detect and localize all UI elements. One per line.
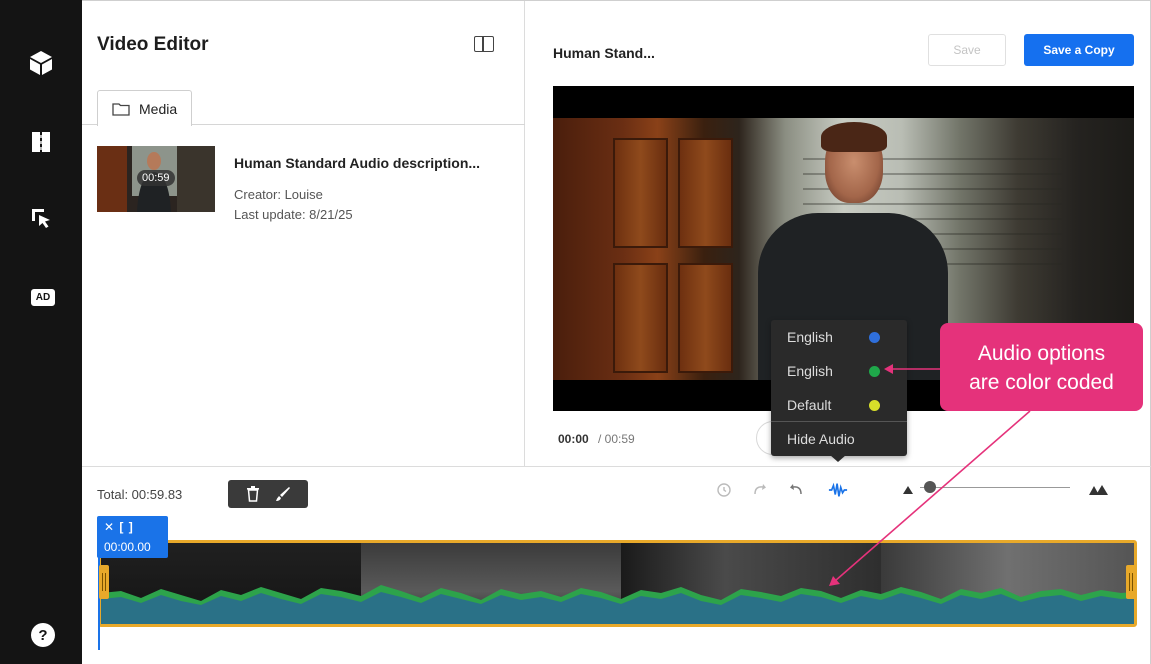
hide-audio-option[interactable]: Hide Audio — [771, 422, 907, 456]
left-toolbar: AD ? — [0, 0, 82, 664]
media-panel: Video Editor Media 00:59 Human Standard … — [82, 1, 525, 466]
audio-color-dot — [869, 400, 880, 411]
annotation-callout: Audio options are color coded — [940, 323, 1143, 411]
audio-waveform — [101, 585, 1134, 624]
zoom-out-icon[interactable] — [898, 480, 918, 500]
trash-icon[interactable] — [244, 485, 262, 503]
timeline-track[interactable] — [98, 540, 1137, 627]
clip-time: 00:00.00 — [104, 540, 151, 554]
history-icon[interactable] — [714, 480, 734, 500]
person-hair — [821, 122, 887, 152]
audio-color-dot — [869, 332, 880, 343]
audio-option[interactable]: English — [771, 354, 907, 388]
timeline-total: Total: 00:59.83 — [97, 487, 183, 502]
tab-label: Media — [139, 100, 178, 117]
audio-description-icon[interactable]: AD — [31, 289, 55, 306]
split-trim-icons[interactable]: ✕ [ ] — [104, 520, 134, 534]
media-creator: Creator: Louise — [234, 187, 323, 202]
media-list-item[interactable]: 00:59 Human Standard Audio description..… — [97, 146, 517, 226]
folder-icon — [112, 102, 130, 116]
video-title: Human Stand... — [553, 45, 655, 61]
clip-selection-badge[interactable]: ✕ [ ] 00:00.00 — [97, 516, 168, 558]
media-thumbnail: 00:59 — [97, 146, 215, 212]
menu-caret — [830, 455, 846, 462]
cursor-select-icon[interactable] — [26, 203, 56, 233]
tab-media[interactable]: Media — [97, 90, 192, 126]
film-strip-icon[interactable] — [26, 127, 56, 157]
help-icon[interactable]: ? — [31, 623, 55, 647]
audio-option-label: English — [787, 363, 833, 379]
audio-track-menu: English English Default Hide Audio — [771, 320, 907, 456]
panel-layout-icon[interactable] — [474, 36, 494, 52]
media-name: Human Standard Audio description... — [234, 155, 481, 171]
total-time: / 00:59 — [598, 432, 635, 446]
callout-line: are color coded — [969, 371, 1114, 394]
page-title: Video Editor — [97, 34, 209, 55]
zoom-in-icon[interactable] — [1086, 480, 1110, 500]
current-time: 00:00 — [558, 432, 589, 446]
trim-handle-right[interactable] — [1126, 565, 1136, 599]
waveform-icon[interactable] — [828, 480, 848, 500]
save-copy-button[interactable]: Save a Copy — [1024, 34, 1134, 66]
audio-option-label: English — [787, 329, 833, 345]
callout-line: Audio options — [977, 342, 1106, 365]
timeline-divider — [82, 466, 1151, 467]
duration-badge: 00:59 — [137, 170, 175, 186]
clip-toolbox — [228, 480, 308, 508]
audio-option[interactable]: English — [771, 320, 907, 354]
zoom-slider-handle[interactable] — [924, 481, 936, 493]
zoom-slider-track[interactable] — [920, 487, 1070, 488]
brush-icon[interactable] — [274, 485, 292, 503]
audio-option[interactable]: Default — [771, 388, 907, 422]
media-last-update: Last update: 8/21/25 — [234, 207, 353, 222]
audio-option-label: Default — [787, 397, 832, 413]
cube-icon[interactable] — [26, 48, 56, 78]
audio-color-dot — [869, 366, 880, 377]
trim-handle-left[interactable] — [99, 565, 109, 599]
redo-icon[interactable] — [750, 480, 770, 500]
undo-icon[interactable] — [786, 480, 806, 500]
save-button[interactable]: Save — [928, 34, 1006, 66]
